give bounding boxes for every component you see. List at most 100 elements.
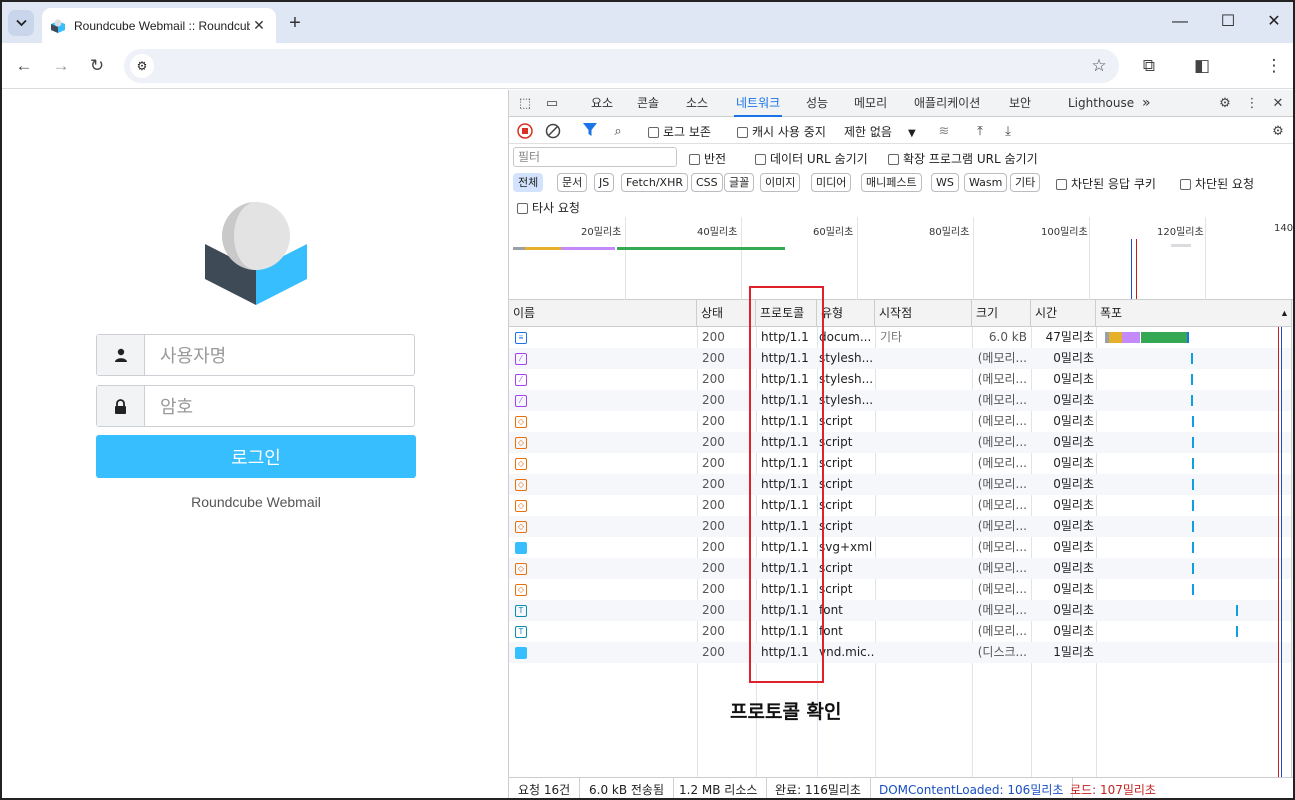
reload-icon[interactable]: ↻ [84,53,110,79]
tab-lighthouse[interactable]: Lighthouse [1068,90,1134,117]
network-overview-timeline[interactable]: 20밀리초 40밀리초 60밀리초 80밀리초 100밀리초 120밀리초 14… [509,217,1293,300]
search-icon[interactable]: ⌕ [608,121,628,141]
tab-security[interactable]: 보안 [1009,90,1031,117]
checkbox-box[interactable] [648,127,659,138]
type-filter-doc[interactable]: 문서 [557,173,588,192]
new-tab-button[interactable]: + [284,10,306,36]
column-type[interactable]: 유형 [817,300,875,327]
type-filter-all[interactable]: 전체 [513,173,544,192]
type-filter-other[interactable]: 기타 [1010,173,1041,192]
filter-funnel-icon[interactable] [583,123,597,137]
tab-elements[interactable]: 요소 [591,90,613,117]
active-tab[interactable]: Roundcube Webmail :: Roundcube Webmail ✕ [42,8,276,43]
site-info-icon[interactable]: ⚙ [130,54,154,78]
network-conditions-wifi-icon[interactable]: ≋ [934,121,954,141]
forward-icon[interactable]: → [48,53,74,79]
preserve-log-checkbox[interactable]: 로그 보존 [648,123,711,140]
devtools-close-icon[interactable]: ✕ [1268,93,1288,113]
bookmark-star-icon[interactable]: ☆ [1086,53,1112,79]
device-toolbar-icon[interactable]: ▭ [542,93,562,113]
table-row[interactable]: ⁄ 200 http/1.1 stylesh... (메모리... 0밀리초 [509,390,1291,411]
type-filter-wasm[interactable]: Wasm [964,173,1008,192]
menu-kebab-icon[interactable]: ⋮ [1261,53,1287,79]
table-row[interactable]: ◇ 200 http/1.1 script (메모리... 0밀리초 [509,516,1291,537]
checkbox-box[interactable] [755,154,766,165]
address-bar[interactable]: ⚙ [124,49,1119,83]
minimize-icon[interactable]: — [1164,8,1196,36]
third-party-checkbox[interactable]: 타사 요청 [517,199,580,216]
blocked-requests-checkbox[interactable]: 차단된 요청 [1180,175,1254,192]
tab-memory[interactable]: 메모리 [854,90,887,117]
tab-network[interactable]: 네트워크 [734,90,783,117]
tab-application[interactable]: 애플리케이션 [914,90,980,117]
table-row[interactable]: ◇ 200 http/1.1 script (메모리... 0밀리초 [509,495,1291,516]
hide-data-urls-checkbox[interactable]: 데이터 URL 숨기기 [755,150,868,167]
more-tabs-icon[interactable]: » [1142,90,1151,117]
tab-console[interactable]: 콘솔 [637,90,659,117]
import-har-icon[interactable]: ⤒ [970,121,990,141]
table-row[interactable]: 200 http/1.1 vnd.mic... (디스크... 1밀리초 [509,642,1291,663]
throttling-select[interactable]: 제한 없음 ▼ [844,123,916,140]
table-row[interactable]: ◇ 200 http/1.1 script (메모리... 0밀리초 [509,579,1291,600]
back-icon[interactable]: ← [11,53,37,79]
checkbox-box[interactable] [737,127,748,138]
table-row[interactable]: T 200 http/1.1 font (메모리... 0밀리초 [509,621,1291,642]
username-field[interactable]: 사용자명 [96,334,415,376]
tab-close-icon[interactable]: ✕ [250,17,268,34]
table-row[interactable]: ◇ 200 http/1.1 script (메모리... 0밀리초 [509,453,1291,474]
table-row[interactable]: ⁄ 200 http/1.1 stylesh... (메모리... 0밀리초 [509,369,1291,390]
column-time[interactable]: 시간 [1031,300,1096,327]
sort-arrow-icon[interactable]: ▲ [1280,308,1289,318]
type-filter-ws[interactable]: WS [931,173,959,192]
tab-search-button[interactable] [8,10,34,36]
login-button[interactable]: 로그인 [96,435,416,478]
table-row[interactable]: T 200 http/1.1 font (메모리... 0밀리초 [509,600,1291,621]
password-input[interactable]: 암호 [145,386,414,426]
tab-performance[interactable]: 성능 [806,90,828,117]
hide-extension-urls-checkbox[interactable]: 확장 프로그램 URL 숨기기 [888,150,1038,167]
checkbox-box[interactable] [888,154,899,165]
type-filter-fetch[interactable]: Fetch/XHR [621,173,688,192]
invert-checkbox[interactable]: 반전 [689,150,726,167]
maximize-icon[interactable]: ☐ [1212,8,1244,36]
close-icon[interactable]: ✕ [1258,8,1290,36]
type-filter-js[interactable]: JS [594,173,615,192]
column-initiator[interactable]: 시작점 [875,300,972,327]
type-filter-media[interactable]: 미디어 [811,173,852,192]
filter-input[interactable]: 필터 [513,147,677,167]
table-scrollbar[interactable] [1291,300,1293,777]
tab-sources[interactable]: 소스 [686,90,708,117]
type-filter-css[interactable]: CSS [691,173,723,192]
side-panel-icon[interactable]: ◧ [1189,53,1215,79]
table-row[interactable]: ◇ 200 http/1.1 script (메모리... 0밀리초 [509,474,1291,495]
export-har-icon[interactable]: ⤓ [998,121,1018,141]
table-row[interactable]: ◇ 200 http/1.1 script (메모리... 0밀리초 [509,432,1291,453]
clear-icon[interactable] [545,123,561,139]
table-row[interactable]: 200 http/1.1 svg+xml (메모리... 0밀리초 [509,537,1291,558]
network-settings-gear-icon[interactable]: ⚙ [1268,121,1288,141]
blocked-cookies-checkbox[interactable]: 차단된 응답 쿠키 [1056,175,1156,192]
column-status[interactable]: 상태 [697,300,756,327]
checkbox-box[interactable] [689,154,700,165]
extensions-icon[interactable]: ⧉ [1136,53,1162,79]
settings-gear-icon[interactable]: ⚙ [1215,93,1235,113]
checkbox-box[interactable] [1056,179,1067,190]
table-row[interactable]: ≡ 200 http/1.1 docum... 기타 6.0 kB 47밀리초 [509,327,1291,348]
record-stop-icon[interactable] [517,123,533,139]
disable-cache-checkbox[interactable]: 캐시 사용 중지 [737,123,826,140]
type-filter-font[interactable]: 글꼴 [724,173,755,192]
password-field[interactable]: 암호 [96,385,415,427]
username-input[interactable]: 사용자명 [145,335,414,375]
column-size[interactable]: 크기 [972,300,1031,327]
checkbox-box[interactable] [1180,179,1191,190]
column-name[interactable]: 이름 [509,300,697,327]
devtools-menu-icon[interactable]: ⋮ [1242,93,1262,113]
column-waterfall[interactable]: 폭포 [1096,300,1291,327]
type-filter-img[interactable]: 이미지 [760,173,801,192]
type-filter-manifest[interactable]: 매니페스트 [861,173,922,192]
table-row[interactable]: ⁄ 200 http/1.1 stylesh... (메모리... 0밀리초 [509,348,1291,369]
inspect-element-icon[interactable]: ⬚ [515,93,535,113]
table-row[interactable]: ◇ 200 http/1.1 script (메모리... 0밀리초 [509,558,1291,579]
table-row[interactable]: ◇ 200 http/1.1 script (메모리... 0밀리초 [509,411,1291,432]
checkbox-box[interactable] [517,203,528,214]
